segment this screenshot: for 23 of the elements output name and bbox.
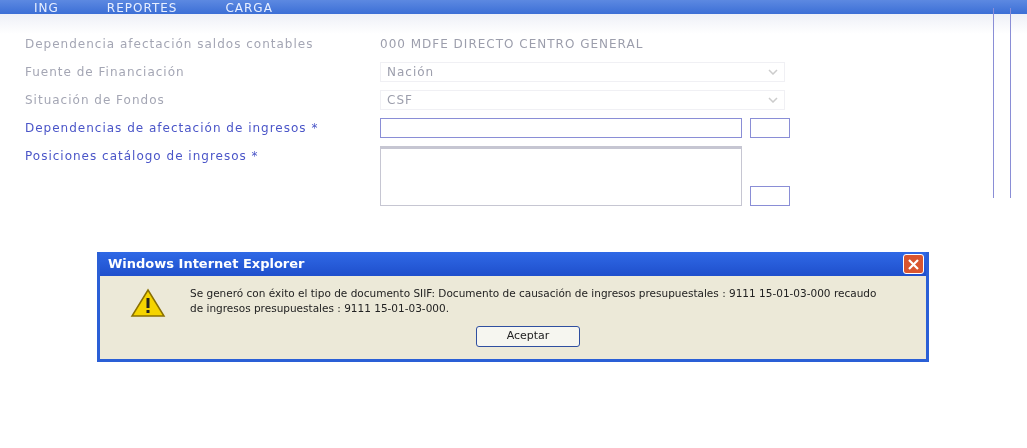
text-area[interactable]: [380, 146, 742, 206]
title-bar: Windows Internet Explorer: [100, 252, 926, 276]
lookup-button[interactable]: [750, 186, 790, 206]
lookup-button[interactable]: [750, 118, 790, 138]
field-value: 000 MDFE DIRECTO CENTRO GENERAL: [380, 36, 644, 53]
field-label: Dependencias de afectación de ingresos *: [25, 120, 320, 137]
field-label: Fuente de Financiación: [25, 64, 186, 81]
input-field[interactable]: [380, 118, 742, 138]
dropdown-field: CSF: [380, 90, 785, 110]
field-label: Situación de Fondos: [25, 92, 166, 109]
dropdown-field: Nación: [380, 62, 785, 82]
caret-icon: [768, 97, 778, 103]
field-label: Dependencia afectación saldos contables: [25, 36, 315, 53]
menu-item[interactable]: CARGA: [225, 2, 273, 14]
ok-button[interactable]: Aceptar: [476, 326, 580, 347]
menu-item[interactable]: REPORTES: [106, 2, 178, 14]
menu-item[interactable]: ING: [34, 2, 59, 14]
caret-icon: [768, 69, 778, 75]
alert-message: Se generó con éxito el tipo de documento SIIF: Documento de causación de ingresos presupuestales : 9111 15-01-03-000 recaudo de ingresos presupuestales : 9111 15-01-03-000.: [190, 286, 878, 316]
field-label: Posiciones catálogo de ingresos *: [25, 148, 260, 165]
warning-icon: [130, 288, 166, 318]
close-icon: [908, 258, 919, 270]
close-button[interactable]: [903, 254, 924, 274]
